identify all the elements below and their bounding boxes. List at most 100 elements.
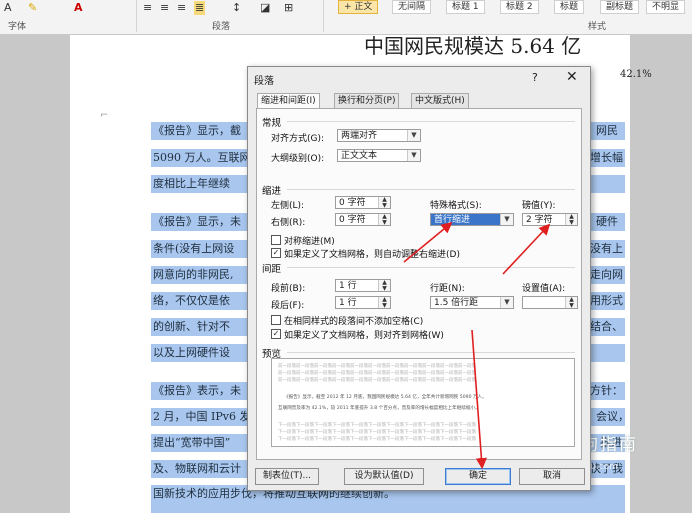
group-label-paragraph: 段落 [212,22,231,32]
group-label-font: 字体 [8,22,27,32]
font-color-icon[interactable]: A [4,1,12,15]
preview-sample-line: 互联网普及率为 42.1%，较 2011 年底提升 3.8 个百分点，普及率的增… [278,406,480,411]
no-space-same-style-checkbox[interactable] [271,315,281,325]
doc-line-end: 结合、 [590,320,623,333]
spacing-before-spinner[interactable]: 1 行 ▲ ▼ [335,279,391,292]
doc-line-end: 走向网 [590,268,623,281]
chevron-down-icon: ▼ [407,130,420,141]
ribbon-separator [323,0,324,32]
chevron-down-icon: ▼ [407,150,420,161]
tabs-button[interactable]: 制表位(T)... [255,468,319,485]
highlight-icon[interactable]: ✎ [28,1,37,15]
doc-line-end: 增长幅 [590,151,623,164]
preview-previous-paragraph: 前一段落前一段落前一段落前一段落前一段落前一段落前一段落前一段落前一段落前一段落… [278,364,476,369]
indent-right-spinner[interactable]: 0 字符 ▲ ▼ [335,213,391,226]
section-general: 常规 [262,118,282,129]
align-left-icon[interactable]: ≡ [143,1,152,15]
outline-level-select[interactable]: 正文文本 ▼ [337,149,421,162]
style-heading-1[interactable]: 标题 1 [446,0,485,14]
doc-line-end: 用形式 [590,294,623,307]
doc-line: 2 月，中国 IPv6 发 [153,410,251,423]
chevron-down-icon: ▼ [500,297,513,308]
line-spacing-icon[interactable]: ↕ [232,1,241,15]
doc-line-end: 网民 [596,124,618,137]
spinner-arrows-icon[interactable]: ▲ ▼ [565,297,577,308]
text-color-icon[interactable]: A [74,1,83,15]
borders-icon[interactable]: ⊞ [284,1,293,15]
outline-level-label: 大纲级别(O): [271,154,325,164]
preview-previous-paragraph: 前一段落前一段落前一段落前一段落前一段落前一段落前一段落前一段落前一段落前一段落… [278,378,476,383]
close-button[interactable]: ✕ [566,69,578,85]
style-subtle[interactable]: 不明显 [646,0,686,14]
style-no-spacing[interactable]: 无间隔 [392,0,432,14]
spinner-arrows-icon[interactable]: ▲ ▼ [378,297,390,308]
preview-previous-paragraph: 前一段落前一段落前一段落前一段落前一段落前一段落前一段落前一段落前一段落前一段落… [278,371,476,376]
ok-button[interactable]: 确定 [445,468,511,485]
line-spacing-select[interactable]: 1.5 倍行距 ▼ [430,296,514,309]
snap-to-grid-label: 如果定义了文档网格，则对齐到网格(W) [284,331,444,341]
spinner-arrows-icon[interactable]: ▲ ▼ [378,280,390,291]
spacing-after-spinner[interactable]: 1 行 ▲ ▼ [335,296,391,309]
special-indent-select[interactable]: 首行缩进 ▼ [430,213,514,226]
doc-line: 《报告》显示，截 [153,124,241,137]
indent-right-label: 右侧(R): [271,218,306,228]
doc-line: 以及上网硬件设 [153,346,230,359]
dialog-title: 段落 [254,76,274,87]
preview-next-paragraph: 下一段落下一段落下一段落下一段落下一段落下一段落下一段落下一段落下一段落下一段落… [278,437,476,442]
shading-icon[interactable]: ◪ [260,1,270,15]
special-indent-label: 特殊格式(S): [430,201,482,211]
doc-line: 的创新、针对不 [153,320,230,333]
doc-line-end: 方针： [590,384,623,397]
spacing-at-label: 设置值(A): [522,284,566,294]
line-spacing-label: 行距(N): [430,284,465,294]
doc-line: 《报告》表示，未 [153,384,241,397]
alignment-label: 对齐方式(G): [271,134,325,144]
doc-line: 《报告》显示，未 [153,215,241,228]
style-title[interactable]: 标题 [554,0,585,14]
doc-line-end: 会议， [596,410,629,423]
cancel-button[interactable]: 取消 [519,468,585,485]
group-label-styles: 样式 [588,22,607,32]
paragraph-dialog: 段落 ? ✕ 缩进和间距(I) 换行和分页(P) 中文版式(H) 常规 对齐方式… [247,66,591,491]
doc-line: 络，不仅仅是依 [153,294,230,307]
preview-next-paragraph: 下一段落下一段落下一段落下一段落下一段落下一段落下一段落下一段落下一段落下一段落… [278,423,476,428]
document-percent: 42.1% [620,69,652,80]
doc-line: 条件(没有上网设 [153,242,235,255]
preview-sample-line: 《报告》显示，截至 2012 年 12 月底，我国网民规模达 5.64 亿，全年… [284,395,487,400]
spacing-at-spinner[interactable]: ▲ ▼ [522,296,578,309]
help-button[interactable]: ? [532,71,538,84]
ribbon-separator [136,0,137,32]
align-center-icon[interactable]: ≡ [160,1,169,15]
tab-indents-spacing[interactable]: 缩进和间距(I) [257,93,320,109]
auto-adjust-right-indent-checkbox[interactable]: ✓ [271,248,281,258]
alignment-select[interactable]: 两端对齐 ▼ [337,129,421,142]
align-right-icon[interactable]: ≡ [177,1,186,15]
tab-asian-typography[interactable]: 中文版式(H) [411,93,469,108]
spinner-arrows-icon[interactable]: ▲ ▼ [378,214,390,225]
section-spacing: 间距 [262,264,282,275]
section-indent: 缩进 [262,186,282,197]
ribbon: A ✎ A ≡ ≡ ≡ ≣ ↕ ◪ ⊞ 字体 段落 样式 + 正文 无间隔 标题… [0,0,692,35]
margin-mark: ⌐ [100,110,109,121]
indent-left-spinner[interactable]: 0 字符 ▲ ▼ [335,196,391,209]
style-heading-2[interactable]: 标题 2 [500,0,539,14]
spinner-arrows-icon[interactable]: ▲ ▼ [565,214,577,225]
preview-next-paragraph: 下一段落下一段落下一段落下一段落下一段落下一段落下一段落下一段落下一段落下一段落… [278,430,476,435]
no-space-same-style-label: 在相同样式的段落间不添加空格(C) [284,317,424,327]
style-subtitle[interactable]: 副标题 [600,0,640,14]
tab-line-page-breaks[interactable]: 换行和分页(P) [334,93,400,108]
spacing-before-label: 段前(B): [271,284,306,294]
snap-to-grid-checkbox[interactable]: ✓ [271,329,281,339]
doc-line: 5090 万人。互联网 [153,151,251,164]
doc-line: 网意向的非网民, [153,268,234,281]
auto-adjust-right-indent-label: 如果定义了文档网格，则自动调整右缩进(D) [284,250,460,260]
doc-line: 及、物联网和云计 [153,462,241,475]
indent-by-spinner[interactable]: 2 字符 ▲ ▼ [522,213,578,226]
indent-by-label: 磅值(Y): [522,201,556,211]
mirror-indent-checkbox[interactable] [271,235,281,245]
set-default-button[interactable]: 设为默认值(D) [344,468,424,485]
mirror-indent-label: 对称缩进(M) [284,237,335,247]
justify-icon[interactable]: ≣ [194,1,206,15]
spinner-arrows-icon[interactable]: ▲ ▼ [378,197,390,208]
style-normal[interactable]: + 正文 [338,0,379,14]
